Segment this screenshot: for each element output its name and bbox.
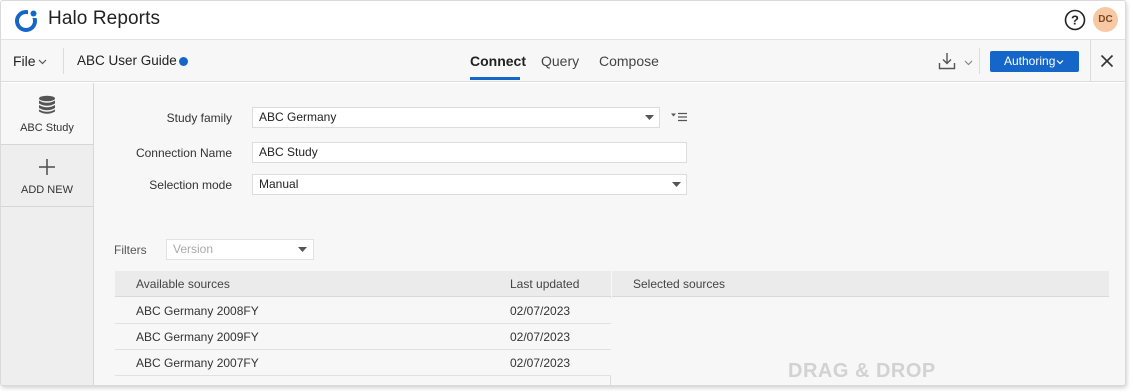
study-family-select[interactable]: ABC Germany	[252, 107, 660, 128]
connection-name-input[interactable]: ABC Study	[252, 142, 687, 163]
sidebar-item-label: ABC Study	[20, 122, 74, 134]
table-header: Selected sources	[612, 271, 1109, 297]
svg-text:?: ?	[1071, 13, 1079, 28]
source-updated: 02/07/2023	[510, 356, 571, 370]
toolbar-divider	[63, 48, 64, 74]
toolbar: File ABC User Guide Connect Query Compos…	[1, 40, 1125, 82]
app-title: Halo Reports	[48, 8, 161, 29]
study-family-value: ABC Germany	[259, 110, 337, 124]
column-header-last-updated[interactable]: Last updated	[510, 271, 579, 297]
version-placeholder: Version	[173, 242, 214, 256]
connections-sidebar: ABC Study ADD NEW	[1, 83, 94, 385]
study-family-label: Study family	[166, 111, 232, 125]
authoring-button[interactable]: Authoring	[990, 51, 1079, 72]
caret-down-icon	[672, 182, 681, 187]
connection-name-label: Connection Name	[135, 146, 232, 160]
user-avatar[interactable]: DC	[1093, 7, 1118, 32]
file-menu[interactable]: File	[13, 53, 36, 69]
version-filter-select[interactable]: Version	[166, 239, 314, 260]
sidebar-item-abc-study[interactable]: ABC Study	[1, 83, 93, 145]
connection-name-value: ABC Study	[259, 145, 318, 159]
plus-icon	[39, 159, 55, 175]
tab-connect[interactable]: Connect	[470, 53, 526, 69]
toolbar-divider	[1090, 40, 1091, 81]
connect-panel: Study family ABC Germany Connection Name…	[94, 83, 1125, 385]
authoring-label: Authoring	[1004, 54, 1056, 68]
document-name[interactable]: ABC User Guide	[77, 53, 177, 68]
available-sources-pane: Available sources Last updated ABC Germa…	[115, 271, 611, 385]
caret-down-icon	[298, 247, 307, 252]
download-icon[interactable]	[938, 52, 956, 70]
filters-label: Filters	[114, 243, 147, 257]
top-bar: Halo Reports ? DC	[1, 1, 1125, 40]
source-name: ABC Germany 2007FY	[136, 356, 259, 370]
database-icon	[39, 95, 55, 114]
source-updated: 02/07/2023	[510, 304, 571, 318]
source-name: ABC Germany 2009FY	[136, 330, 259, 344]
table-row[interactable]: ABC Germany 2008FY 02/07/2023	[115, 298, 611, 324]
sources-table: Available sources Last updated ABC Germa…	[115, 271, 1109, 385]
unsaved-indicator	[179, 57, 188, 66]
selection-mode-label: Selection mode	[149, 178, 232, 192]
column-header-available[interactable]: Available sources	[136, 271, 230, 297]
source-updated: 02/07/2023	[510, 330, 571, 344]
selection-mode-select[interactable]: Manual	[252, 174, 687, 195]
chevron-down-icon[interactable]	[38, 57, 47, 66]
table-header: Available sources Last updated	[115, 271, 611, 297]
app-window: Halo Reports ? DC File ABC User Guide Co…	[0, 0, 1126, 386]
caret-down-icon	[645, 115, 654, 120]
help-icon[interactable]: ?	[1064, 9, 1086, 31]
chevron-down-icon[interactable]	[964, 58, 973, 67]
source-name: ABC Germany 2008FY	[136, 304, 259, 318]
column-header-selected: Selected sources	[633, 277, 726, 291]
close-icon[interactable]	[1100, 54, 1114, 68]
selected-sources-pane[interactable]: Selected sources DRAG & DROP	[612, 271, 1109, 385]
table-row[interactable]: ABC Germany 2009FY 02/07/2023	[115, 324, 611, 350]
selection-mode-value: Manual	[259, 177, 299, 191]
filter-list-icon[interactable]	[671, 112, 687, 122]
sidebar-item-add-new[interactable]: ADD NEW	[1, 145, 93, 207]
toolbar-divider	[979, 48, 980, 74]
table-row[interactable]: ABC Germany 2007FY 02/07/2023	[115, 350, 611, 376]
drag-drop-hint: DRAG & DROP	[788, 360, 936, 382]
halo-logo-icon	[15, 10, 39, 32]
active-tab-indicator	[470, 77, 520, 80]
tab-compose[interactable]: Compose	[599, 53, 659, 69]
chevron-down-icon	[1056, 60, 1064, 65]
tab-query[interactable]: Query	[541, 53, 579, 69]
sidebar-item-label: ADD NEW	[21, 184, 73, 196]
